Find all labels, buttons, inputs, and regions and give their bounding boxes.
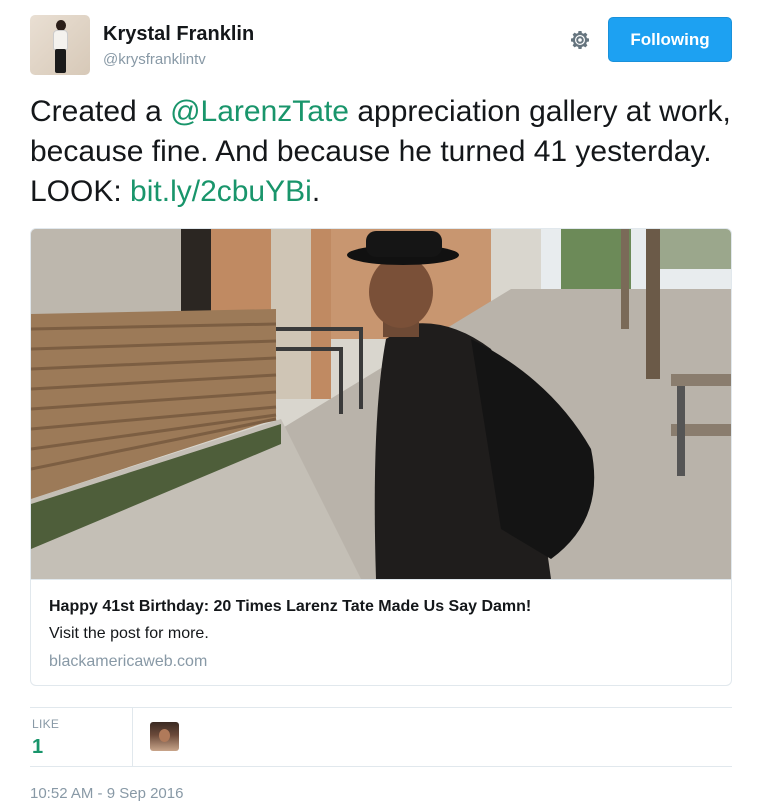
like-count[interactable]: 1: [32, 736, 43, 759]
liker-avatar[interactable]: [150, 722, 179, 751]
card-info[interactable]: Happy 41st Birthday: 20 Times Larenz Tat…: [31, 579, 731, 685]
bench-leg: [677, 386, 685, 476]
like-label: LIKE: [32, 717, 60, 731]
tree-trunk: [646, 229, 660, 379]
mention-link[interactable]: @LarenzTate: [170, 95, 349, 128]
user-avatar[interactable]: [30, 15, 90, 75]
card-domain[interactable]: blackamericaweb.com: [49, 653, 207, 671]
tweet-stats: LIKE 1: [30, 707, 732, 767]
link-card[interactable]: Happy 41st Birthday: 20 Times Larenz Tat…: [30, 228, 732, 686]
avatar-figure-legs: [55, 49, 66, 73]
card-description: Visit the post for more.: [49, 625, 209, 642]
stone-column: [271, 229, 311, 399]
user-display-name[interactable]: Krystal Franklin: [103, 23, 254, 46]
tweet-header: Krystal Franklin @krysfranklintv Followi…: [30, 15, 732, 75]
gear-icon-svg: [571, 31, 589, 49]
following-button[interactable]: Following: [608, 17, 732, 62]
tweet-text-segment: Created a: [30, 95, 171, 128]
tweet-text: Created a @LarenzTate appreciation galle…: [30, 92, 740, 212]
hat-crown: [366, 231, 442, 257]
bench-back: [671, 374, 731, 386]
tree-trunk-2: [621, 229, 629, 329]
far-trees-right: [651, 229, 731, 269]
far-trees: [561, 229, 631, 289]
user-handle[interactable]: @krysfranklintv: [103, 51, 206, 68]
tweet-timestamp[interactable]: 10:52 AM - 9 Sep 2016: [30, 785, 183, 802]
like-stat[interactable]: LIKE 1: [30, 708, 133, 766]
card-photo-illustration: [31, 229, 731, 579]
url-link[interactable]: bit.ly/2cbuYBi: [130, 175, 312, 208]
avatar-figure-body: [53, 30, 68, 50]
man-face: [369, 256, 433, 328]
tweet-text-segment: .: [311, 175, 321, 208]
liker-avatar-face: [159, 729, 170, 742]
gear-icon[interactable]: [567, 27, 593, 53]
card-image[interactable]: [31, 229, 731, 579]
card-title[interactable]: Happy 41st Birthday: 20 Times Larenz Tat…: [49, 598, 531, 616]
